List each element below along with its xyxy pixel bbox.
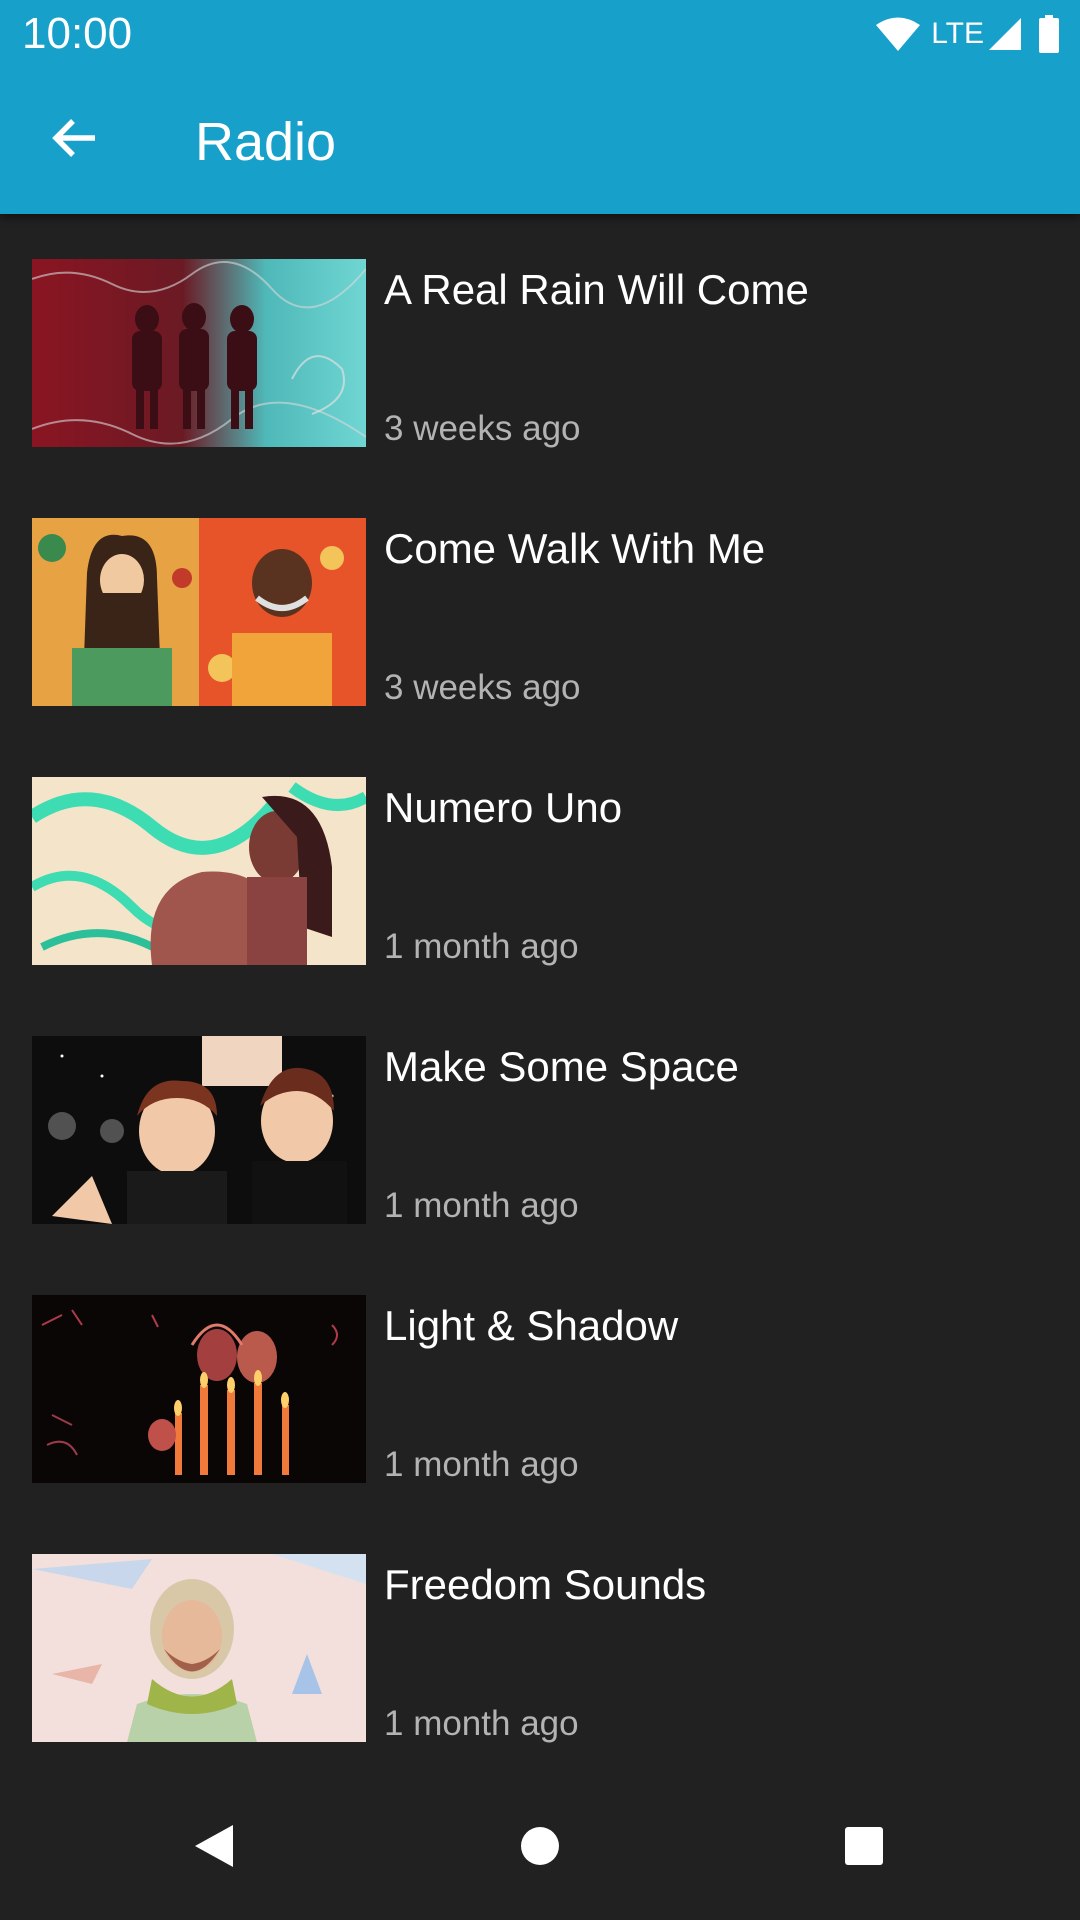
home-circle-icon: [520, 1826, 560, 1871]
episode-date: 1 month ago: [384, 927, 579, 966]
episode-thumbnail: [32, 777, 366, 965]
page-title: Radio: [195, 112, 337, 172]
back-triangle-icon: [193, 1823, 235, 1874]
episode-date: 3 weeks ago: [384, 668, 581, 707]
episode-thumbnail: [32, 518, 366, 706]
list-item[interactable]: A Real Rain Will Come 3 weeks ago: [0, 214, 1080, 473]
episode-thumbnail: [32, 1036, 366, 1224]
episode-date: 1 month ago: [384, 1704, 579, 1743]
episode-title: Freedom Sounds: [384, 1561, 707, 1608]
list-item[interactable]: Light & Shadow 1 month ago: [0, 1250, 1080, 1509]
nav-back-button[interactable]: [172, 1806, 256, 1890]
system-nav-bar: [0, 1776, 1080, 1920]
list-item[interactable]: Make Some Space 1 month ago: [0, 991, 1080, 1250]
episode-title: Make Some Space: [384, 1043, 739, 1090]
recents-square-icon: [844, 1826, 884, 1871]
status-icons: LTE: [875, 12, 1060, 56]
nav-home-button[interactable]: [498, 1806, 582, 1890]
list-item[interactable]: Numero Uno 1 month ago: [0, 732, 1080, 991]
nav-recents-button[interactable]: [822, 1806, 906, 1890]
wifi-icon: [875, 16, 921, 52]
episode-thumbnail: [32, 1554, 366, 1742]
arrow-back-icon: [51, 116, 99, 165]
episode-title: Light & Shadow: [384, 1302, 679, 1349]
episode-title: Numero Uno: [384, 784, 623, 831]
cell-signal-icon: [988, 17, 1022, 51]
episode-thumbnail: [32, 259, 366, 447]
status-time: 10:00: [22, 9, 133, 58]
episode-title: A Real Rain Will Come: [384, 266, 809, 313]
battery-icon: [1038, 15, 1060, 53]
episode-title: Come Walk With Me: [384, 525, 766, 572]
episode-date: 1 month ago: [384, 1186, 579, 1225]
episode-thumbnail: [32, 1295, 366, 1483]
list-item[interactable]: Freedom Sounds 1 month ago: [0, 1509, 1080, 1768]
back-button[interactable]: [30, 100, 120, 180]
episode-list: A Real Rain Will Come 3 weeks ago Come W…: [0, 214, 1080, 1768]
episode-date: 1 month ago: [384, 1445, 579, 1484]
episode-date: 3 weeks ago: [384, 409, 581, 448]
network-type-label: LTE: [931, 17, 984, 50]
list-item[interactable]: Come Walk With Me 3 weeks ago: [0, 473, 1080, 732]
app-bar: 10:00 LTE Radio: [0, 0, 1080, 214]
